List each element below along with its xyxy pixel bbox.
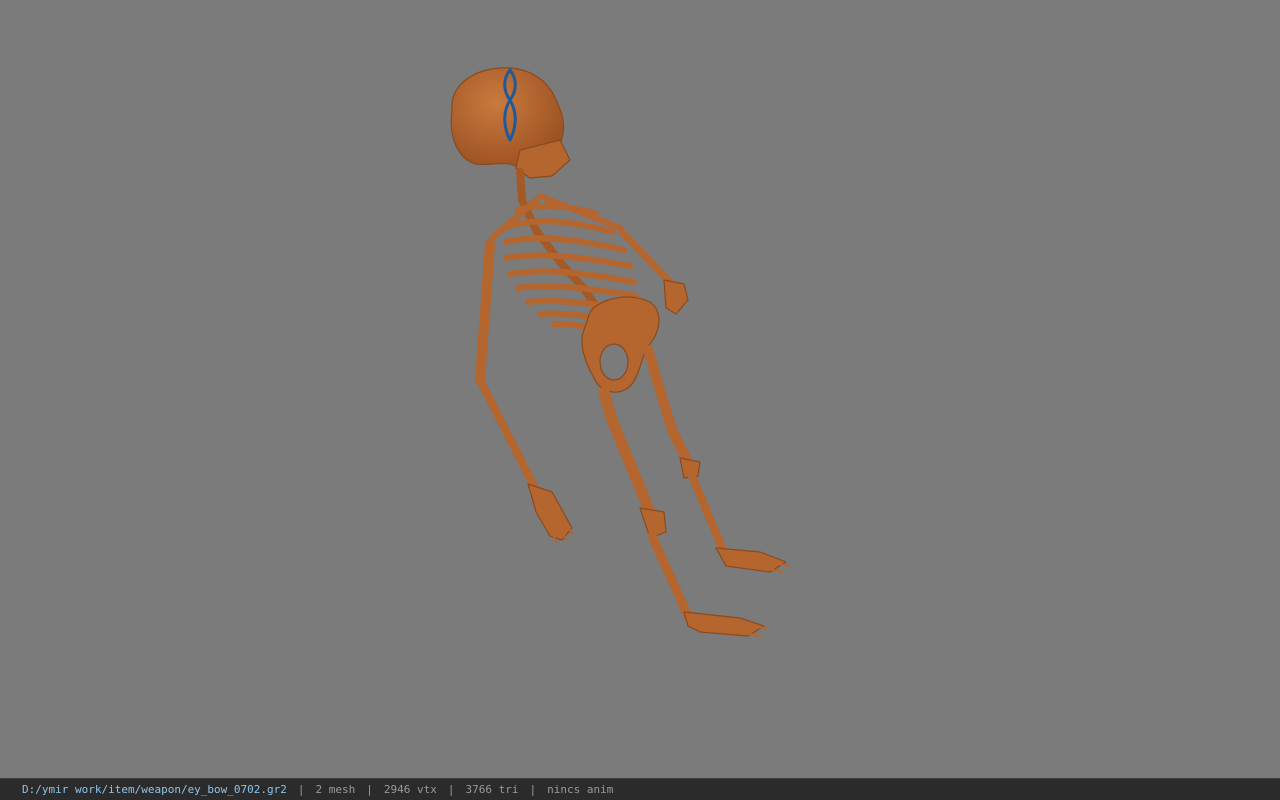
- right-hand: [663, 279, 689, 315]
- right-foot: [715, 547, 787, 573]
- vertex-count: 2946 vtx: [383, 783, 437, 796]
- mesh-count: 2 mesh: [315, 783, 356, 796]
- skeleton-model: [450, 67, 789, 637]
- separator: |: [447, 783, 455, 796]
- status-bar: D:/ymir work/item/weapon/ey_bow_0702.gr2…: [0, 778, 1280, 800]
- right-upper-arm: [618, 228, 676, 288]
- 3d-viewport[interactable]: [0, 0, 1280, 778]
- separator: |: [529, 783, 537, 796]
- left-hand: [527, 483, 573, 541]
- anim-status: nincs anim: [547, 783, 614, 796]
- left-forearm: [478, 380, 540, 494]
- left-tibia: [647, 531, 693, 621]
- left-foot: [683, 611, 765, 637]
- file-path: D:/ymir work/item/weapon/ey_bow_0702.gr2: [22, 783, 287, 796]
- right-femur: [643, 345, 693, 467]
- skeleton: [450, 67, 789, 637]
- left-femur: [598, 386, 656, 518]
- triangle-count: 3766 tri: [465, 783, 519, 796]
- separator: |: [297, 783, 305, 796]
- right-tibia: [688, 472, 728, 556]
- left-upper-arm: [475, 239, 495, 385]
- separator: |: [366, 783, 373, 796]
